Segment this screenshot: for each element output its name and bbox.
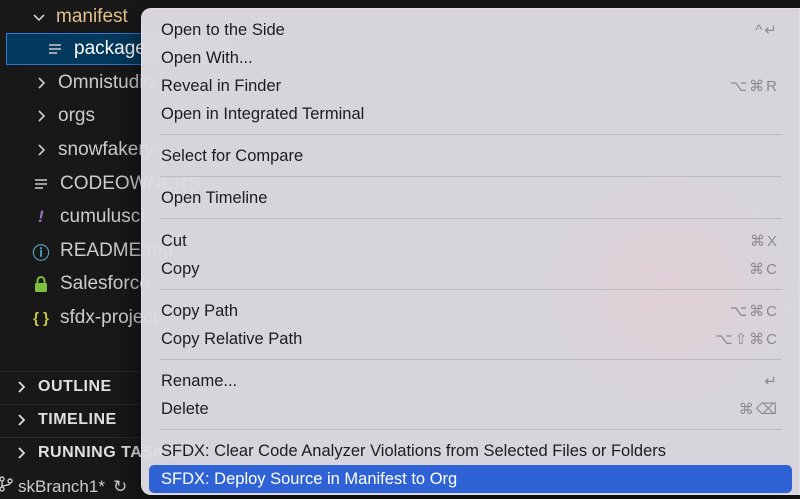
tree-item-label: orgs bbox=[58, 105, 95, 126]
menu-item-select-for-compare[interactable]: Select for Compare bbox=[149, 142, 792, 170]
menu-item-cut[interactable]: Cut ⌘X bbox=[149, 227, 792, 255]
chevron-right-icon bbox=[14, 446, 28, 460]
menu-separator bbox=[160, 359, 782, 360]
menu-item-label: Delete bbox=[161, 399, 209, 418]
file-lines-icon bbox=[32, 177, 50, 191]
shortcut-label: ⌘C bbox=[749, 261, 779, 278]
file-lines-icon bbox=[46, 42, 64, 56]
shortcut-label: ⌥⌘C bbox=[729, 303, 779, 320]
menu-item-copy[interactable]: Copy ⌘C bbox=[149, 255, 792, 283]
menu-separator bbox=[160, 176, 782, 177]
menu-item-label: Copy Path bbox=[161, 301, 239, 320]
menu-separator bbox=[160, 289, 782, 290]
shortcut-label: ^↵ bbox=[755, 22, 779, 39]
menu-item-open-to-side[interactable]: Open to the Side ^↵ bbox=[149, 16, 792, 44]
menu-item-label: Reveal in Finder bbox=[161, 76, 282, 95]
menu-item-rename[interactable]: Rename... ↵ bbox=[149, 367, 792, 395]
yaml-exclamation-icon: ! bbox=[38, 207, 44, 226]
chevron-right-icon bbox=[34, 143, 48, 157]
menu-separator bbox=[160, 429, 782, 430]
menu-item-open-in-terminal[interactable]: Open in Integrated Terminal bbox=[149, 100, 792, 128]
shortcut-label: ⌥⇧⌘C bbox=[715, 331, 779, 348]
menu-item-label: Rename... bbox=[161, 371, 238, 390]
tree-item-label: snowfakery bbox=[58, 139, 155, 160]
source-control-branch-icon bbox=[0, 476, 14, 497]
menu-item-reveal-in-finder[interactable]: Reveal in Finder ⌥⌘R bbox=[149, 72, 792, 100]
menu-item-sfdx-clear-analyzer-violations[interactable]: SFDX: Clear Code Analyzer Violations fro… bbox=[149, 437, 792, 465]
chevron-right-icon bbox=[14, 413, 28, 427]
menu-item-open-with[interactable]: Open With... bbox=[149, 44, 792, 72]
section-label: OUTLINE bbox=[38, 378, 112, 395]
menu-item-copy-relative-path[interactable]: Copy Relative Path ⌥⇧⌘C bbox=[149, 325, 792, 353]
menu-item-open-timeline[interactable]: Open Timeline bbox=[149, 184, 792, 212]
tree-item-label: cumulusci bbox=[60, 206, 145, 227]
menu-item-label: Open in Integrated Terminal bbox=[161, 104, 365, 123]
info-icon: ⓘ bbox=[32, 243, 50, 263]
menu-separator bbox=[160, 218, 782, 219]
context-menu: Open to the Side ^↵ Open With... Reveal … bbox=[141, 8, 800, 495]
menu-separator bbox=[160, 134, 782, 135]
shortcut-label: ⌥⌘R bbox=[729, 78, 779, 95]
shortcut-label: ⌘⌫ bbox=[738, 401, 779, 418]
menu-item-label: Open Timeline bbox=[161, 188, 268, 207]
shortcut-label: ⌘X bbox=[749, 233, 779, 250]
tree-item-label: Omnistudio bbox=[58, 72, 155, 93]
menu-item-label: Copy Relative Path bbox=[161, 329, 303, 348]
menu-item-label: SFDX: Deploy Source in Manifest to Org bbox=[161, 469, 458, 488]
section-label: TIMELINE bbox=[38, 411, 117, 428]
chevron-down-icon bbox=[32, 10, 46, 24]
menu-item-label: Open to the Side bbox=[161, 20, 285, 39]
menu-item-label: Copy bbox=[161, 259, 200, 278]
menu-item-copy-path[interactable]: Copy Path ⌥⌘C bbox=[149, 297, 792, 325]
json-braces-icon: { } bbox=[33, 309, 49, 327]
tree-item-label: manifest bbox=[56, 6, 128, 27]
menu-item-sfdx-deploy-manifest[interactable]: SFDX: Deploy Source in Manifest to Org bbox=[149, 465, 792, 493]
tree-item-label: package bbox=[74, 38, 146, 59]
menu-item-label: Cut bbox=[161, 231, 187, 250]
sync-icon[interactable]: ↻ bbox=[113, 477, 127, 497]
tree-item-label: Salesforce bbox=[60, 273, 150, 294]
chevron-right-icon bbox=[34, 109, 48, 123]
shortcut-label: ↵ bbox=[764, 373, 779, 390]
lock-icon bbox=[32, 276, 50, 292]
menu-item-label: Select for Compare bbox=[161, 146, 304, 165]
chevron-right-icon bbox=[14, 380, 28, 394]
menu-item-label: SFDX: Clear Code Analyzer Violations fro… bbox=[161, 441, 666, 460]
branch-name[interactable]: skBranch1* bbox=[18, 477, 105, 497]
chevron-right-icon bbox=[34, 76, 48, 90]
menu-item-label: Open With... bbox=[161, 48, 253, 67]
menu-item-delete[interactable]: Delete ⌘⌫ bbox=[149, 395, 792, 423]
